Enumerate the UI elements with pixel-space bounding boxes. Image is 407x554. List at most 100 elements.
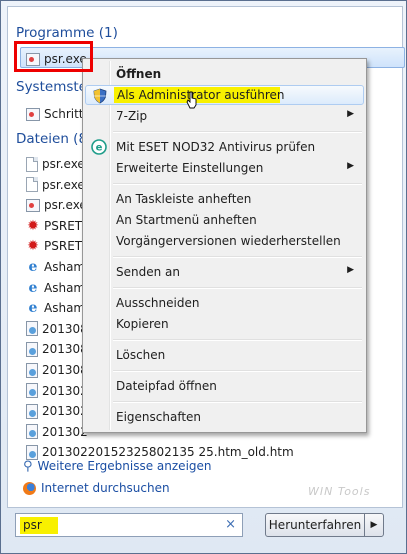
- more-results-label: Weitere Ergebnisse anzeigen: [37, 459, 212, 473]
- file-result-label: Asham: [44, 260, 86, 274]
- submenu-arrow-icon: ▶: [347, 265, 354, 275]
- file-result[interactable]: psr.exe: [26, 176, 85, 194]
- menu-item-vorg-ngerversionen-wiederherstellen[interactable]: Vorgängerversionen wiederherstellen: [85, 231, 364, 251]
- ie-icon: e: [28, 300, 38, 317]
- file-result[interactable]: 201302: [26, 423, 88, 441]
- menu-item-an-startmen-anheften[interactable]: An Startmenü anheften: [85, 210, 364, 230]
- menu-item-eigenschaften[interactable]: Eigenschaften: [85, 407, 364, 427]
- web-icon: [26, 341, 38, 357]
- file-result-label: 201302: [42, 383, 88, 398]
- web-icon: [26, 383, 38, 399]
- file-result-label: PSRET: [44, 218, 83, 233]
- search-internet-link[interactable]: Internet durchsuchen: [23, 479, 170, 497]
- more-results-link[interactable]: ⚲ Weitere Ergebnisse anzeigen: [23, 457, 212, 475]
- red-splat-icon: ✹: [27, 238, 39, 255]
- menu-item-label: Löschen: [116, 348, 166, 362]
- menu-item-label: Ausschneiden: [116, 296, 200, 310]
- web-icon: [26, 424, 38, 440]
- search-internet-label: Internet durchsuchen: [41, 481, 170, 495]
- svg-text:e: e: [96, 143, 103, 154]
- file-result-label: psr.exe: [42, 157, 85, 171]
- menu-item-label: Mit ESET NOD32 Antivirus prüfen: [116, 140, 316, 154]
- menu-item-label: 7-Zip: [116, 109, 148, 123]
- system-section-header[interactable]: Systemste: [16, 79, 87, 95]
- firefox-icon: [23, 481, 36, 495]
- watermark-logo: WIN Tools: [308, 485, 371, 498]
- file-result-label: 201308: [42, 363, 88, 377]
- file-result[interactable]: 201302: [26, 402, 88, 420]
- search-icon: ⚲: [23, 458, 33, 474]
- exe-icon: [26, 198, 40, 212]
- file-result[interactable]: psr.exe: [26, 155, 85, 173]
- file-result[interactable]: psr.exe: [26, 196, 87, 214]
- menu-item-senden-an[interactable]: Senden an ▶: [85, 262, 364, 282]
- menu-item-dateipfad-ffnen[interactable]: Dateipfad öffnen: [85, 376, 364, 396]
- menu-item-7-zip[interactable]: 7-Zip ▶: [85, 106, 364, 126]
- web-icon: [26, 362, 38, 378]
- files-section-header[interactable]: Dateien (8: [16, 131, 87, 147]
- menu-item--ffnen[interactable]: Öffnen: [85, 64, 364, 84]
- eset-icon: e: [91, 139, 107, 155]
- search-input[interactable]: psr ×: [15, 513, 243, 537]
- document-icon: [26, 177, 38, 193]
- menu-item-label: Kopieren: [116, 317, 169, 331]
- file-result[interactable]: 201302: [26, 382, 88, 400]
- menu-item-label: Senden an: [116, 265, 180, 279]
- clear-search-icon[interactable]: ×: [225, 517, 236, 532]
- file-result-label: PSRET: [44, 239, 83, 254]
- system-result-label: Schritt: [44, 107, 84, 121]
- menu-item-label: Eigenschaften: [116, 410, 202, 424]
- uac-shield-icon: [92, 88, 108, 104]
- file-result-label: 201302: [42, 424, 88, 439]
- file-result[interactable]: 201308: [26, 340, 88, 358]
- file-result-label: Asham: [44, 301, 86, 316]
- menu-item-mit-eset-nod32-antivirus-pr-fen[interactable]: e Mit ESET NOD32 Antivirus prüfen: [85, 137, 364, 157]
- menu-item-kopieren[interactable]: Kopieren: [85, 314, 364, 334]
- menu-item-ausschneiden[interactable]: Ausschneiden: [85, 293, 364, 313]
- submenu-arrow-icon: ▶: [347, 109, 354, 119]
- menu-item-l-schen[interactable]: Löschen: [85, 345, 364, 365]
- steps-recorder-icon: [26, 107, 40, 121]
- file-result-label: 201302: [42, 404, 88, 419]
- file-result[interactable]: ✹ PSRET: [26, 217, 82, 235]
- menu-item-label: Vorgängerversionen wiederherstellen: [116, 234, 341, 248]
- annotation-red-box: [14, 41, 93, 72]
- menu-item-label: An Taskleiste anheften: [116, 192, 252, 206]
- file-result[interactable]: e Asham: [26, 299, 86, 317]
- menu-item-erweiterte-einstellungen[interactable]: Erweiterte Einstellungen ▶: [85, 158, 364, 178]
- menu-separator: [113, 287, 362, 289]
- file-result[interactable]: 201308: [26, 361, 88, 379]
- file-result-label: 201308: [42, 321, 88, 336]
- file-result[interactable]: e Asham: [26, 258, 86, 276]
- web-icon: [26, 321, 38, 337]
- shutdown-options-arrow-icon[interactable]: ▶: [364, 513, 384, 537]
- menu-separator: [113, 370, 362, 372]
- menu-item-label: Dateipfad öffnen: [116, 379, 217, 393]
- search-query-text: psr: [20, 517, 58, 534]
- file-result[interactable]: 201308: [26, 320, 88, 338]
- file-result-label: psr.exe: [44, 198, 87, 213]
- menu-separator: [113, 131, 362, 133]
- menu-item-an-taskleiste-anheften[interactable]: An Taskleiste anheften: [85, 189, 364, 209]
- programs-section-header[interactable]: Programme (1): [16, 25, 118, 41]
- red-splat-icon: ✹: [27, 217, 39, 234]
- context-menu: Öffnen Als Administrator ausführen 7-Zip ▶ e…: [82, 58, 367, 433]
- web-icon: [26, 403, 38, 419]
- ie-icon: e: [28, 279, 38, 296]
- menu-separator: [113, 401, 362, 403]
- system-result[interactable]: Schritt: [26, 105, 84, 123]
- menu-separator: [113, 339, 362, 341]
- menu-item-als-administrator-ausf-hren[interactable]: Als Administrator ausführen: [85, 85, 364, 109]
- file-result-label: Asham: [44, 280, 86, 295]
- menu-item-label: Als Administrator ausführen: [117, 88, 285, 102]
- document-icon: [26, 156, 38, 172]
- menu-item-label: Öffnen: [116, 67, 162, 81]
- menu-separator: [113, 256, 362, 258]
- file-result[interactable]: ✹ PSRET: [26, 237, 82, 255]
- menu-separator: [113, 183, 362, 185]
- submenu-arrow-icon: ▶: [347, 161, 354, 171]
- menu-item-label: Erweiterte Einstellungen: [116, 161, 264, 175]
- file-result[interactable]: e Asham: [26, 279, 86, 297]
- file-result-label: psr.exe: [42, 177, 85, 192]
- shutdown-button[interactable]: Herunterfahren: [265, 513, 365, 537]
